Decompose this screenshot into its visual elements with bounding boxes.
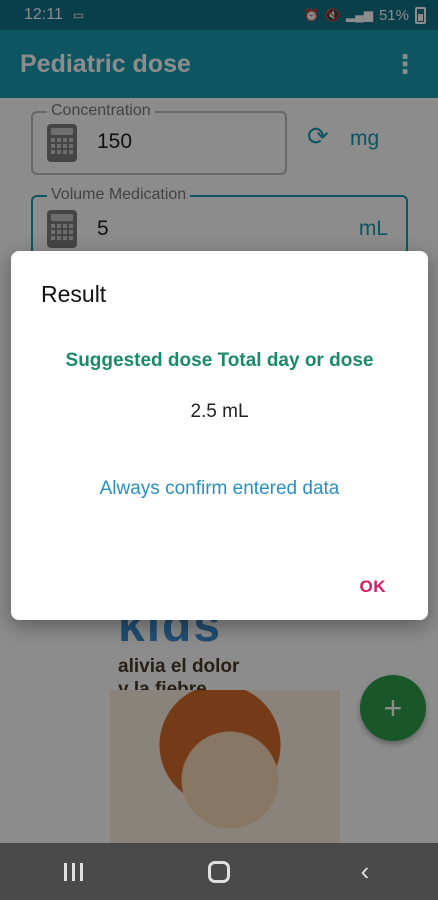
recents-button[interactable] bbox=[43, 862, 103, 881]
ok-button[interactable]: OK bbox=[360, 577, 387, 597]
home-icon bbox=[208, 860, 230, 883]
dialog-note: Always confirm entered data bbox=[99, 478, 340, 499]
dialog-title: Result bbox=[41, 281, 107, 307]
result-dialog: Result Suggested dose Total day or dose … bbox=[11, 251, 428, 620]
dose-result: 2.5 mL bbox=[190, 401, 249, 422]
navigation-bar: ‹ bbox=[0, 843, 438, 900]
back-button[interactable]: ‹ bbox=[335, 856, 395, 887]
home-button[interactable] bbox=[189, 860, 249, 883]
dialog-heading: Suggested dose Total day or dose bbox=[65, 350, 374, 371]
